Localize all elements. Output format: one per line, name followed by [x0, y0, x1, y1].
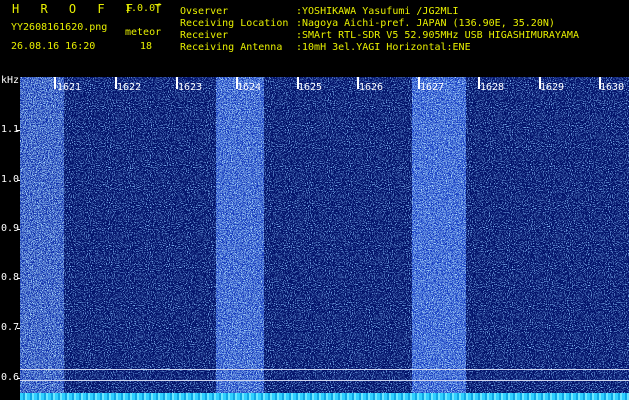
meteor-count: 18	[140, 41, 153, 52]
info-value-receiver: :SMArt RTL-SDR V5 52.905MHz USB HIGASHIM…	[296, 30, 579, 41]
time-label-1623: 1623	[178, 82, 203, 93]
info-value-observer: :YOSHIKAWA Yasufumi /JG2MLI	[296, 6, 459, 17]
filename-label: YY2608161620.png	[11, 22, 108, 33]
marker-line	[20, 380, 629, 381]
time-label-1624: 1624	[237, 82, 262, 93]
spectrogram-plot: 1621 1622 1623 1624 1625 1626 1627 1628 …	[20, 77, 629, 400]
time-label-1622: 1622	[117, 82, 142, 93]
time-label-1625: 1625	[298, 82, 323, 93]
info-key-antenna: Receiving Antenna	[180, 42, 283, 53]
time-label-1629: 1629	[540, 82, 565, 93]
noise-texture	[20, 77, 629, 400]
time-label-1627: 1627	[420, 82, 445, 93]
y-axis-unit: kHz	[1, 75, 20, 86]
info-value-location: :Nagoya Aichi-pref. JAPAN (136.90E, 35.2…	[296, 18, 555, 29]
meteor-label: meteor	[125, 27, 162, 38]
info-key-location: Receiving Location	[180, 18, 289, 29]
baseline-strip	[20, 393, 629, 400]
info-key-observer: Ovserver	[180, 6, 229, 17]
time-tick	[54, 77, 56, 89]
version-label: 1.0.0f	[125, 3, 162, 14]
time-label-1621: 1621	[57, 82, 82, 93]
time-label-1630: 1630	[600, 82, 625, 93]
info-key-receiver: Receiver	[180, 30, 229, 41]
time-label-1628: 1628	[480, 82, 505, 93]
header-panel: H R O F F T 1.0.0f YY2608161620.png mete…	[0, 0, 629, 76]
marker-line	[20, 369, 629, 370]
info-value-antenna: :10mH 3el.YAGI Horizontal:ENE	[296, 42, 471, 53]
datetime-label: 26.08.16 16:20	[11, 41, 96, 52]
time-label-1626: 1626	[359, 82, 384, 93]
